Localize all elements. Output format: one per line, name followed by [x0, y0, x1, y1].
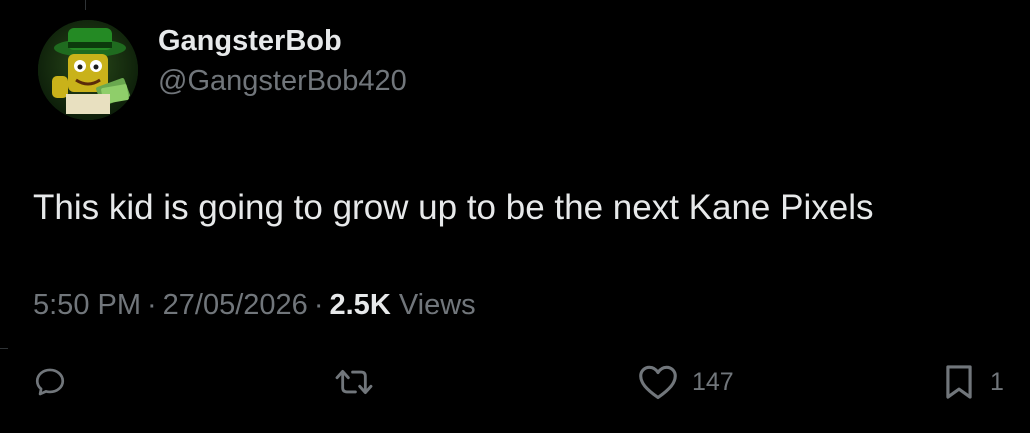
meta-separator: · [313, 289, 324, 321]
views-label: Views [398, 289, 476, 321]
tweet-date[interactable]: 27/05/2026 [163, 289, 308, 321]
like-count: 147 [692, 367, 734, 396]
tweet-meta: 5:50 PM · 27/05/2026 · 2.5K Views [33, 286, 476, 324]
heart-icon [639, 365, 677, 400]
user-handle[interactable]: @GangsterBob420 [158, 62, 407, 100]
tweet-actions: 147 1 [0, 360, 1030, 404]
tweet-time[interactable]: 5:50 PM [33, 289, 141, 321]
retweet-icon [335, 369, 373, 395]
thread-connector-line [85, 0, 86, 10]
user-info: GangsterBob @GangsterBob420 [158, 22, 407, 100]
tweet-header: GangsterBob @GangsterBob420 [38, 20, 407, 120]
views-count: 2.5K [329, 289, 391, 321]
reply-button[interactable] [33, 360, 67, 404]
meta-separator: · [147, 289, 157, 321]
avatar[interactable] [38, 20, 138, 120]
bookmark-icon [946, 365, 972, 399]
divider-line [0, 348, 8, 349]
retweet-button[interactable] [331, 360, 377, 404]
reply-icon [35, 368, 65, 396]
like-button[interactable]: 147 [636, 360, 734, 404]
bookmark-count: 1 [990, 367, 1004, 396]
tweet-text: This kid is going to grow up to be the n… [33, 188, 874, 227]
avatar-image [38, 20, 138, 120]
display-name[interactable]: GangsterBob [158, 22, 407, 60]
bookmark-button[interactable]: 1 [940, 360, 1004, 404]
